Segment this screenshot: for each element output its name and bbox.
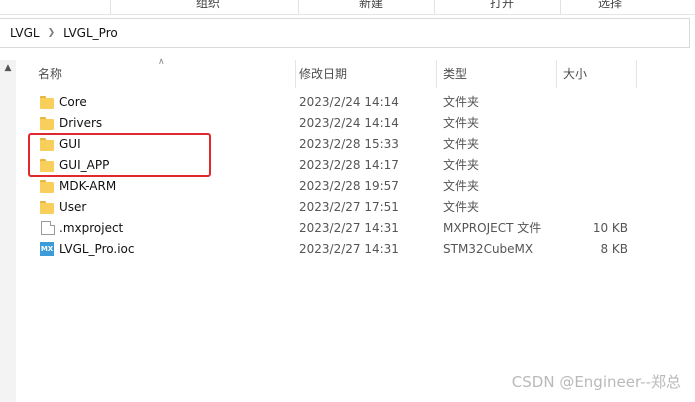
file-date: 2023/2/24 14:14 [299,116,399,130]
file-type: MXPROJECT 文件 [443,221,542,235]
ribbon-group-new[interactable]: 新建 [341,0,401,13]
file-name: MDK-ARM [59,179,117,193]
stm32cubemx-icon: MX [40,242,54,256]
sort-ascending-icon: ∧ [158,57,165,67]
file-date: 2023/2/27 17:51 [299,200,399,214]
file-date: 2023/2/24 14:14 [299,95,399,109]
file-type: 文件夹 [443,179,480,193]
file-date: 2023/2/28 19:57 [299,179,399,193]
file-date: 2023/2/28 14:17 [299,158,399,172]
column-type[interactable]: 类型 [437,60,557,88]
breadcrumb-lvgl[interactable]: LVGL [0,26,46,40]
watermark: CSDN @Engineer--郑总 [511,373,681,391]
file-name: User [59,200,87,214]
file-date: 2023/2/27 14:31 [299,242,399,256]
file-type: STM32CubeMX [443,242,534,256]
column-size[interactable]: 大小 [557,60,637,88]
breadcrumb-lvgl-pro[interactable]: LVGL_Pro [57,26,124,40]
address-bar[interactable]: LVGL ❯ LVGL_Pro [0,18,690,48]
file-date: 2023/2/28 15:33 [299,137,399,151]
ribbon-separator [298,0,299,14]
chevron-right-icon[interactable]: ❯ [46,28,58,38]
folder-icon [40,179,54,193]
ribbon-separator [110,0,111,14]
ribbon-separator [560,0,561,14]
file-row[interactable]: MX LVGL_Pro.ioc 2023/2/27 14:31 STM32Cub… [0,239,695,260]
file-icon [41,221,55,235]
file-row[interactable]: Drivers 2023/2/24 14:14 文件夹 [0,113,695,134]
ribbon-group-open[interactable]: 打开 [472,0,532,13]
file-row[interactable]: MDK-ARM 2023/2/28 19:57 文件夹 [0,176,695,197]
file-size: 10 KB [592,221,628,235]
folder-icon [40,116,54,130]
file-date: 2023/2/27 14:31 [299,221,399,235]
file-row[interactable]: User 2023/2/27 17:51 文件夹 [0,197,695,218]
file-name: Drivers [59,116,103,130]
column-header: 名称 ∧ 修改日期 类型 大小 [17,57,695,88]
ribbon-separator [434,0,435,14]
file-type: 文件夹 [443,200,480,214]
folder-icon [40,200,54,214]
column-date[interactable]: 修改日期 [293,60,437,88]
file-type: 文件夹 [443,137,480,151]
scroll-up-icon[interactable]: ▲ [3,63,13,73]
file-type: 文件夹 [443,158,480,172]
file-name: .mxproject [59,221,124,235]
file-name: LVGL_Pro.ioc [59,242,135,256]
ribbon-toolbar: 组织 新建 打开 选择 [0,0,695,15]
file-name: Core [59,95,87,109]
file-size: 8 KB [600,242,628,256]
file-row[interactable]: .mxproject 2023/2/27 14:31 MXPROJECT 文件 … [0,218,695,239]
folder-icon [40,95,54,109]
file-type: 文件夹 [443,116,480,130]
ribbon-group-select[interactable]: 选择 [580,0,640,13]
ribbon-group-organize[interactable]: 组织 [178,0,238,13]
file-type: 文件夹 [443,95,480,109]
highlight-box [28,133,211,177]
file-row[interactable]: Core 2023/2/24 14:14 文件夹 [0,92,695,113]
